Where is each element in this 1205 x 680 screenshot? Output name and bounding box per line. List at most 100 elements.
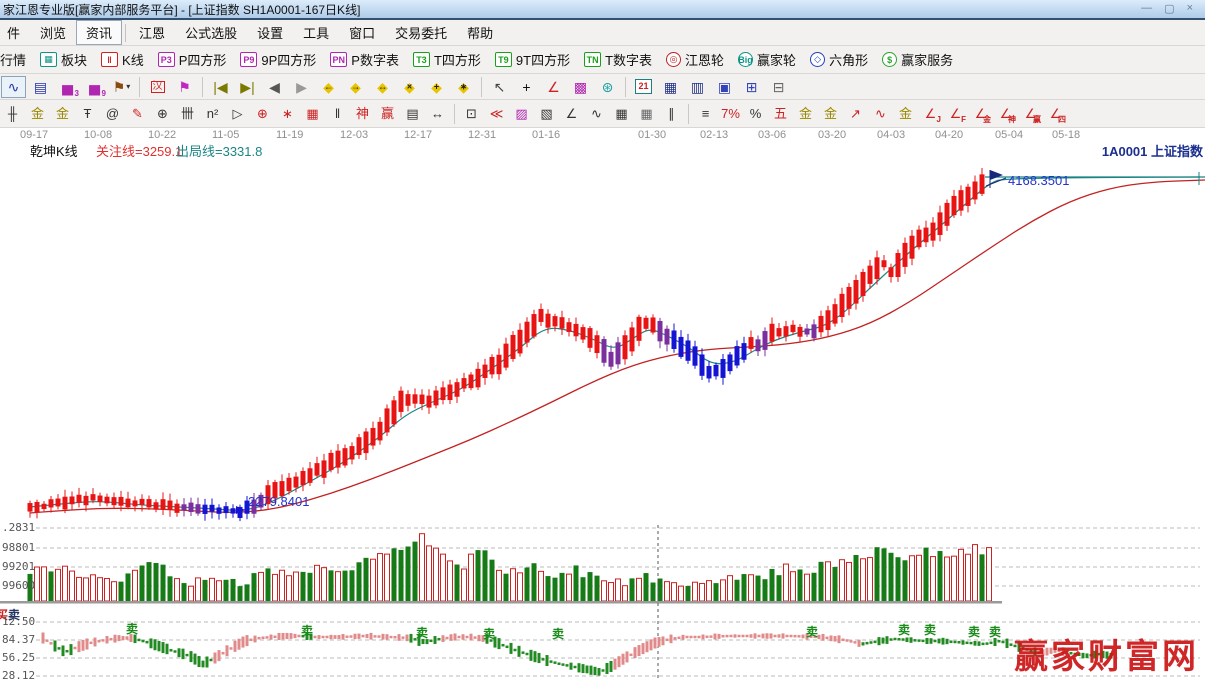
- drawing-tool-30-icon[interactable]: 7%: [719, 104, 742, 124]
- menu-item-7[interactable]: 窗口: [339, 20, 385, 45]
- cyan-burst-tool-icon[interactable]: ⊛: [595, 76, 620, 98]
- winner-service-button[interactable]: $赢家服务: [875, 48, 960, 71]
- diamond-star-icon[interactable]: ◆∗: [451, 76, 476, 98]
- drawing-tool-34-icon[interactable]: 金: [819, 104, 842, 124]
- t-number-table-button[interactable]: TNT数字表: [577, 48, 659, 71]
- drawing-tool-35-icon[interactable]: ↗: [844, 104, 867, 124]
- drawing-tool-33-icon[interactable]: 金: [794, 104, 817, 124]
- diamond-left-icon[interactable]: ◆←: [316, 76, 341, 98]
- drawing-tool-26-icon[interactable]: ▦: [635, 104, 658, 124]
- calculator-icon[interactable]: ▦: [658, 76, 683, 98]
- drawing-tool-9-icon[interactable]: ▷: [226, 104, 249, 124]
- menu-item-1[interactable]: 浏览: [30, 20, 76, 45]
- first-page-icon[interactable]: |◀: [208, 76, 233, 98]
- diamond-right-icon[interactable]: ◆→: [343, 76, 368, 98]
- hand-tool-icon[interactable]: ↖: [487, 76, 512, 98]
- next-page-icon[interactable]: ▶: [289, 76, 314, 98]
- color-flag-icon[interactable]: ⚑: [172, 76, 197, 98]
- save-icon[interactable]: ▣: [712, 76, 737, 98]
- diamond-plus-icon[interactable]: ◆+: [424, 76, 449, 98]
- drawing-tool-27-icon[interactable]: ∥: [660, 104, 683, 124]
- drawing-tool-5-icon[interactable]: ✎: [126, 104, 149, 124]
- han-tool-icon[interactable]: 汉: [145, 76, 170, 98]
- drawing-tool-41-icon[interactable]: ∠神: [994, 104, 1017, 124]
- hexagon-button[interactable]: ◇六角形: [803, 48, 875, 71]
- purple-grid-tool-icon[interactable]: ▩: [568, 76, 593, 98]
- drawing-tool-25-icon[interactable]: ▦: [610, 104, 633, 124]
- quotes-button[interactable]: 行情: [0, 48, 33, 71]
- prev-page-icon[interactable]: ◀: [262, 76, 287, 98]
- export-icon[interactable]: ⊞: [739, 76, 764, 98]
- drawing-tool-4-icon[interactable]: @: [101, 104, 124, 124]
- menu-item-9[interactable]: 帮助: [457, 20, 503, 45]
- chart-canvas[interactable]: [0, 128, 1205, 680]
- drawing-tool-38-icon[interactable]: ∠J: [919, 104, 942, 124]
- drawing-tool-6-icon[interactable]: ⊕: [151, 104, 174, 124]
- angle-tool-icon[interactable]: ∠: [541, 76, 566, 98]
- drawing-tool-1-icon[interactable]: 金: [26, 104, 49, 124]
- menu-item-3[interactable]: 江恩: [129, 20, 175, 45]
- glyph: ◀: [269, 80, 280, 94]
- drawing-tool-43-icon[interactable]: ∠四: [1044, 104, 1067, 124]
- gann-wheel-button[interactable]: ◎江恩轮: [659, 48, 731, 71]
- drawing-tool-37-icon[interactable]: 金: [894, 104, 917, 124]
- minimize-button[interactable]: —: [1141, 2, 1152, 15]
- print-icon[interactable]: ⊟: [766, 76, 791, 98]
- maximize-button[interactable]: ▢: [1164, 2, 1174, 15]
- 9t-square-button[interactable]: T99T四方形: [488, 48, 577, 71]
- drawing-tool-21-icon[interactable]: ▨: [510, 104, 533, 124]
- glyph: ∠: [925, 107, 937, 120]
- p-number-table-button[interactable]: PNP数字表: [323, 48, 406, 71]
- diamond-both-icon[interactable]: ◆↔: [370, 76, 395, 98]
- menu-item-4[interactable]: 公式选股: [175, 20, 247, 45]
- close-button[interactable]: ×: [1187, 2, 1193, 15]
- last-page-icon[interactable]: ▶|: [235, 76, 260, 98]
- drawing-tool-29-icon[interactable]: ≡: [694, 104, 717, 124]
- menu-item-8[interactable]: 交易委托: [385, 20, 457, 45]
- drawing-tool-24-icon[interactable]: ∿: [585, 104, 608, 124]
- drawing-tool-12-icon[interactable]: ▦: [301, 104, 324, 124]
- 9p-square-button[interactable]: P99P四方形: [233, 48, 323, 71]
- drawing-tool-0-icon[interactable]: ╫: [1, 104, 24, 124]
- menu-item-6[interactable]: 工具: [293, 20, 339, 45]
- p-square-button[interactable]: P3P四方形: [151, 48, 234, 71]
- formula-tool-icon[interactable]: ∿: [1, 76, 26, 98]
- drawing-tool-40-icon[interactable]: ∠金: [969, 104, 992, 124]
- drawing-tool-15-icon[interactable]: 赢: [376, 104, 399, 124]
- drawing-tool-22-icon[interactable]: ▧: [535, 104, 558, 124]
- chart-9-icon[interactable]: ▅9: [82, 76, 107, 98]
- t-square-button[interactable]: T3T四方形: [406, 48, 488, 71]
- drawing-tool-23-icon[interactable]: ∠: [560, 104, 583, 124]
- menu-item-5[interactable]: 设置: [247, 20, 293, 45]
- menu-item-2[interactable]: 资讯: [76, 20, 122, 45]
- drawing-tool-39-icon[interactable]: ∠F: [944, 104, 967, 124]
- diamond-cross-icon[interactable]: ◆×: [397, 76, 422, 98]
- drawing-tool-36-icon[interactable]: ∿: [869, 104, 892, 124]
- menu-item-0[interactable]: 件: [0, 20, 30, 45]
- drawing-tool-13-icon[interactable]: ‖: [326, 104, 349, 124]
- drawing-tool-7-icon[interactable]: 卌: [176, 104, 199, 124]
- drawing-tool-14-icon[interactable]: 神: [351, 104, 374, 124]
- drawing-tool-20-icon[interactable]: ≪: [485, 104, 508, 124]
- drawing-tool-19-icon[interactable]: ⊡: [460, 104, 483, 124]
- notepad-icon[interactable]: ▥: [685, 76, 710, 98]
- drawing-tool-10-icon[interactable]: ⊕: [251, 104, 274, 124]
- drawing-tool-16-icon[interactable]: ▤: [401, 104, 424, 124]
- kline-button[interactable]: ‖K线: [94, 48, 151, 71]
- drawing-tool-31-icon[interactable]: %: [744, 104, 767, 124]
- drawing-tool-8-icon[interactable]: n²: [201, 104, 224, 124]
- drawing-tool-32-icon[interactable]: 五: [769, 104, 792, 124]
- drawing-tool-2-icon[interactable]: 金: [51, 104, 74, 124]
- drawing-tool-42-icon[interactable]: ∠赢: [1019, 104, 1042, 124]
- sectors-button[interactable]: ▦板块: [33, 48, 94, 71]
- exit-line-label: 出局线=3331.8: [176, 141, 262, 160]
- calendar-icon[interactable]: 21: [631, 76, 656, 98]
- drawing-tool-3-icon[interactable]: Ŧ: [76, 104, 99, 124]
- crosshair-tool-icon[interactable]: +: [514, 76, 539, 98]
- chart-3-icon[interactable]: ▅3: [55, 76, 80, 98]
- drawing-tool-11-icon[interactable]: ∗: [276, 104, 299, 124]
- report-icon[interactable]: ▤: [28, 76, 53, 98]
- winner-wheel-button[interactable]: Big赢家轮: [731, 48, 803, 71]
- drawing-tool-17-icon[interactable]: ↔: [426, 104, 449, 124]
- flag-dropdown-icon[interactable]: ⚑▾: [109, 76, 134, 98]
